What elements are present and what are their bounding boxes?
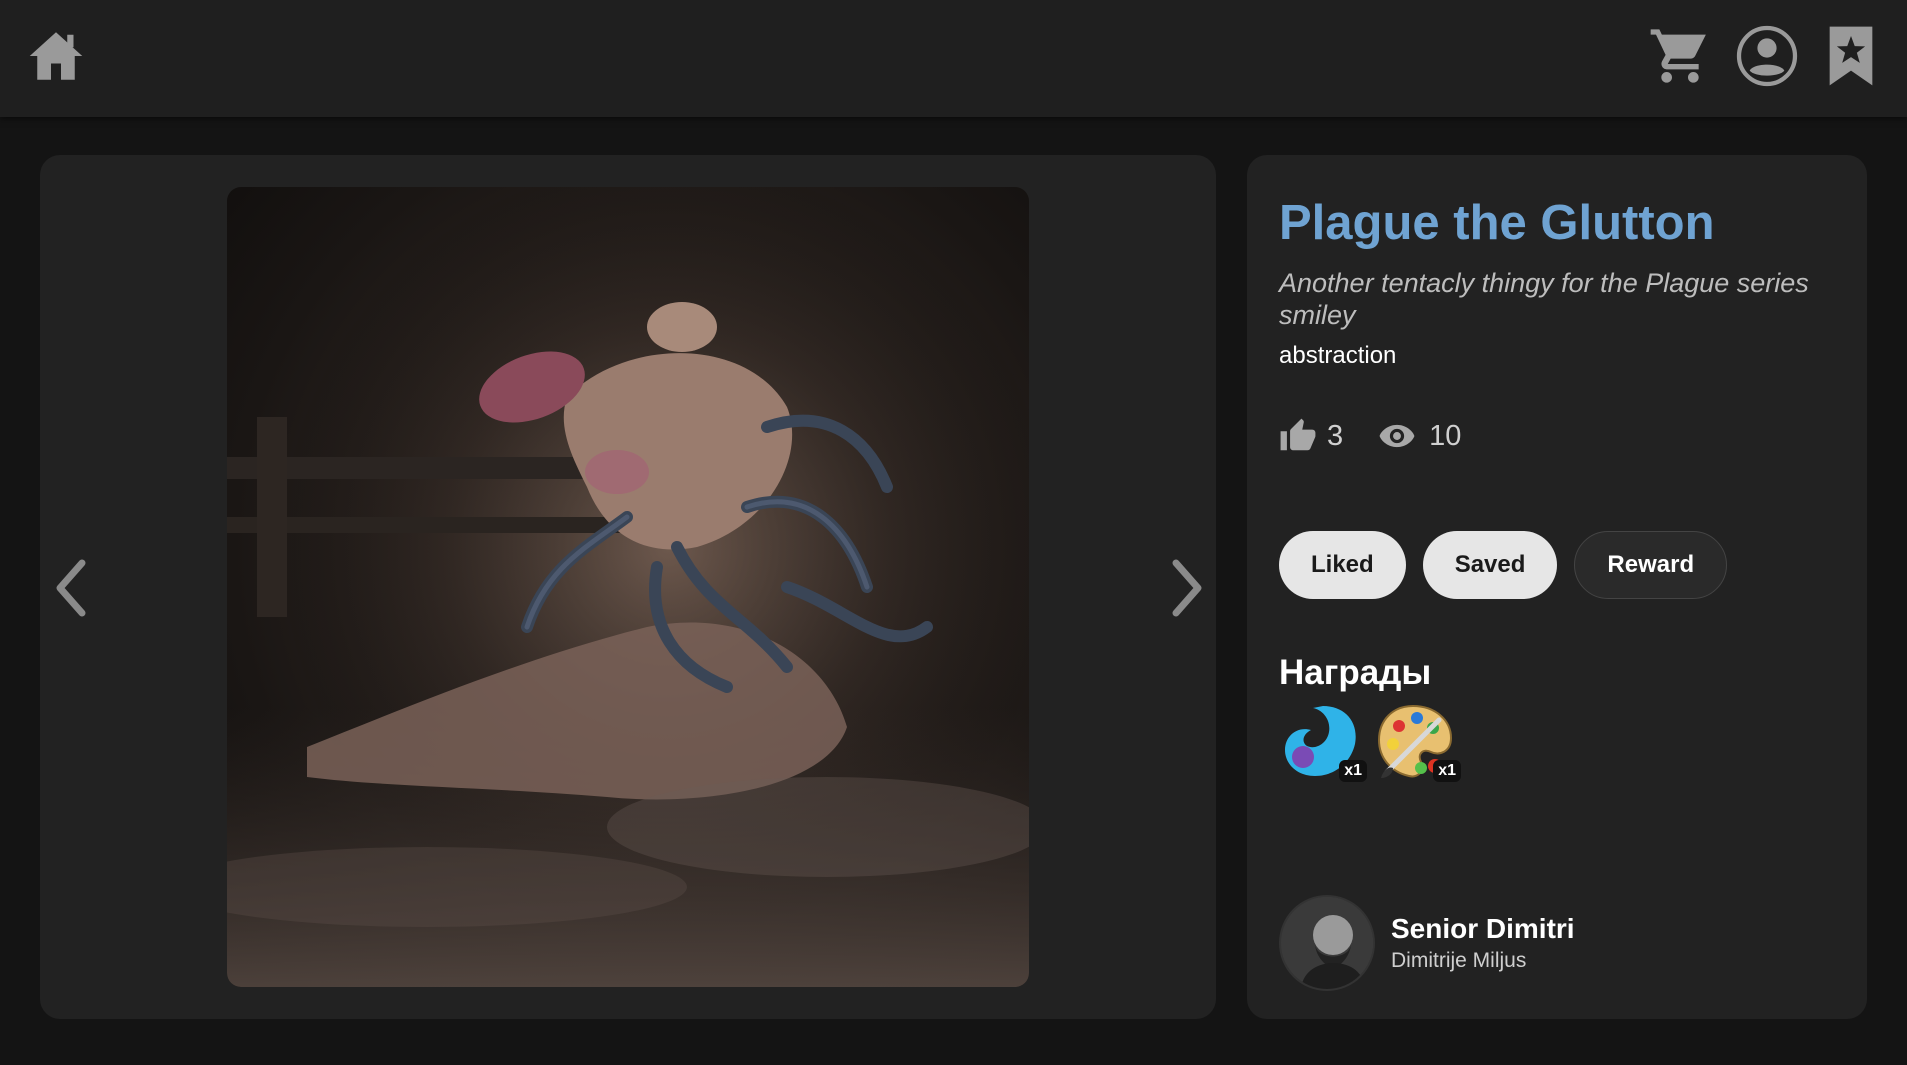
reward-count: x1 bbox=[1433, 760, 1461, 782]
artwork-title: Plague the Glutton bbox=[1279, 196, 1715, 250]
views-stat: 10 bbox=[1375, 417, 1461, 455]
action-buttons: Liked Saved Reward bbox=[1279, 531, 1744, 599]
artwork-description: Another tentacly thingy for the Plague s… bbox=[1279, 268, 1809, 330]
chevron-right-icon[interactable] bbox=[1162, 553, 1210, 623]
thumbs-up-icon bbox=[1280, 418, 1316, 451]
reward-badge[interactable]: x1 bbox=[1279, 700, 1367, 782]
home-icon[interactable] bbox=[26, 26, 86, 86]
eye-icon bbox=[1379, 424, 1415, 448]
artwork-info-panel: Plague the Glutton Another tentacly thin… bbox=[1247, 155, 1867, 1019]
saved-button[interactable]: Saved bbox=[1422, 531, 1558, 599]
artwork-image[interactable] bbox=[227, 187, 1029, 987]
rewards-heading: Награды bbox=[1279, 653, 1432, 692]
likes-stat: 3 bbox=[1279, 417, 1343, 455]
liked-button[interactable]: Liked bbox=[1279, 531, 1406, 599]
author-name[interactable]: Senior Dimitri bbox=[1391, 913, 1575, 945]
author-card[interactable]: Senior Dimitri Dimitrije Miljus bbox=[1279, 895, 1575, 991]
views-count: 10 bbox=[1429, 419, 1462, 452]
artwork-tag[interactable]: abstraction bbox=[1279, 342, 1396, 370]
bookmark-star-icon[interactable] bbox=[1823, 24, 1879, 88]
artwork-stats: 3 10 bbox=[1279, 417, 1493, 455]
cart-icon[interactable] bbox=[1648, 24, 1712, 88]
artwork-viewer bbox=[40, 155, 1216, 1019]
likes-count: 3 bbox=[1327, 419, 1344, 452]
chevron-left-icon[interactable] bbox=[48, 553, 96, 623]
reward-badge[interactable]: x1 bbox=[1373, 700, 1461, 782]
rewards-list: x1 x1 bbox=[1279, 700, 1467, 782]
author-photo bbox=[1281, 897, 1373, 989]
profile-icon[interactable] bbox=[1735, 24, 1799, 88]
author-handle: Dimitrije Miljus bbox=[1391, 949, 1527, 972]
reward-button[interactable]: Reward bbox=[1574, 531, 1728, 599]
top-bar bbox=[0, 0, 1907, 117]
reward-count: x1 bbox=[1339, 760, 1367, 782]
avatar[interactable] bbox=[1279, 895, 1375, 991]
author-info: Senior Dimitri Dimitrije Miljus bbox=[1391, 913, 1575, 973]
